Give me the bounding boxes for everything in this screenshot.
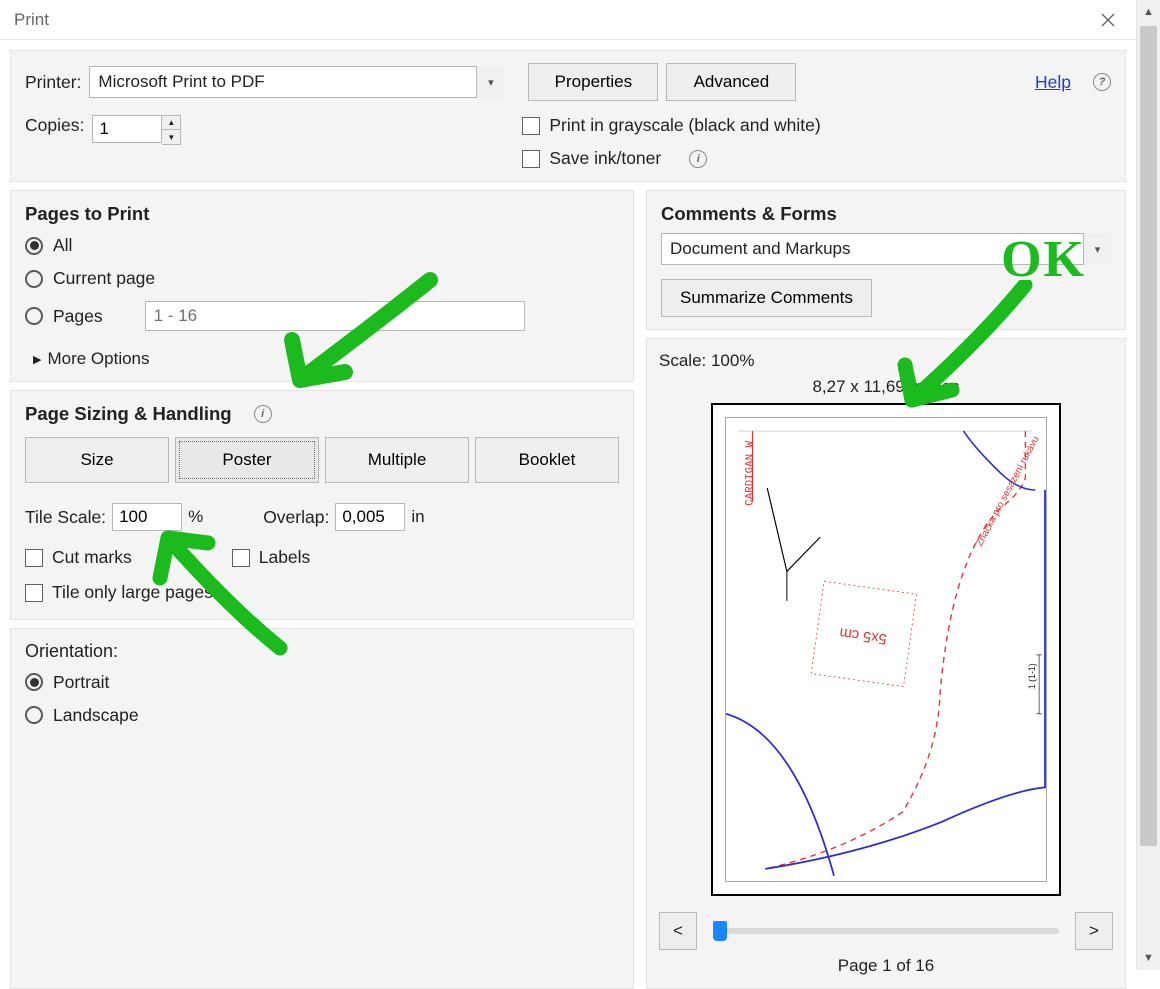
spinner-up-icon[interactable]: ▲ (162, 116, 180, 130)
print-dialog-window: Print Printer: Microsoft Print to PDF ▾ … (0, 0, 1160, 970)
page-slider[interactable] (713, 928, 1059, 934)
pages-current-radio[interactable]: Current page (25, 268, 619, 289)
help-info-icon[interactable]: ? (1093, 73, 1111, 91)
window-scrollbar[interactable]: ▲ ▼ (1136, 0, 1160, 970)
tile-scale-suffix: % (188, 507, 203, 527)
prev-page-button[interactable]: < (659, 912, 697, 950)
printer-select-value: Microsoft Print to PDF (89, 66, 504, 98)
preview-dimensions: 8,27 x 11,69 Inches (659, 377, 1113, 397)
page-sizing-panel: Page Sizing & Handling i Size Poster Mul… (10, 390, 634, 620)
svg-text:5x5 cm: 5x5 cm (839, 624, 888, 646)
chevron-down-icon: ▾ (476, 66, 504, 98)
annotation-ok-text: OK (1001, 230, 1086, 289)
preview-canvas: CARDIGAN W 5x5 cm (711, 403, 1061, 896)
orientation-title: Orientation: (25, 641, 619, 662)
pages-title: Pages to Print (25, 203, 619, 225)
copies-input[interactable] (92, 115, 162, 143)
preview-page: CARDIGAN W 5x5 cm (725, 417, 1047, 882)
orientation-panel: Orientation: Portrait Landscape (10, 628, 634, 989)
close-icon (1101, 13, 1115, 27)
landscape-radio[interactable]: Landscape (25, 705, 619, 726)
printer-label: Printer: (25, 72, 81, 93)
pattern-drawing: CARDIGAN W 5x5 cm (726, 418, 1046, 881)
printer-select[interactable]: Microsoft Print to PDF ▾ (89, 66, 504, 98)
copies-stepper[interactable]: ▲ ▼ (92, 115, 181, 145)
advanced-button[interactable]: Advanced (666, 63, 796, 101)
preview-panel: Scale: 100% 8,27 x 11,69 Inches CARDIGAN… (646, 338, 1126, 989)
slider-thumb[interactable] (713, 921, 727, 941)
booklet-tab-button[interactable]: Booklet (475, 437, 619, 483)
printer-panel: Printer: Microsoft Print to PDF ▾ Proper… (10, 50, 1126, 182)
cut-marks-checkbox[interactable]: Cut marks (25, 547, 132, 568)
labels-checkbox[interactable]: Labels (232, 547, 311, 568)
triangle-right-icon: ▶ (33, 353, 41, 366)
overlap-label: Overlap: (263, 507, 329, 528)
dialog-content: Print Printer: Microsoft Print to PDF ▾ … (0, 0, 1136, 970)
help-link[interactable]: Help (1035, 72, 1071, 93)
sizing-info-icon[interactable]: i (254, 405, 272, 423)
comments-title: Comments & Forms (661, 203, 1111, 225)
poster-tab-button[interactable]: Poster (175, 437, 319, 483)
properties-button[interactable]: Properties (528, 63, 658, 101)
overlap-input[interactable] (335, 503, 405, 531)
save-ink-checkbox[interactable]: Save ink/toner (522, 148, 661, 169)
svg-text:Značka pro sesazení rukávu: Značka pro sesazení rukávu (974, 434, 1041, 548)
pages-to-print-panel: Pages to Print All Current page Pages ▶M… (10, 190, 634, 382)
tile-scale-label: Tile Scale: (25, 507, 106, 528)
save-ink-info-icon[interactable]: i (689, 150, 707, 168)
chevron-down-icon: ▾ (1083, 233, 1111, 265)
dialog-title: Print (14, 10, 49, 30)
copies-label: Copies: (25, 115, 84, 136)
summarize-comments-button[interactable]: Summarize Comments (661, 279, 872, 317)
pages-all-radio[interactable]: All (25, 235, 619, 256)
preview-scale-label: Scale: 100% (659, 351, 1113, 371)
pages-range-radio[interactable]: Pages (25, 306, 103, 327)
svg-text:1 (1-1): 1 (1-1) (1027, 663, 1037, 689)
preview-page-status: Page 1 of 16 (659, 956, 1113, 976)
more-options-toggle[interactable]: ▶More Options (33, 349, 619, 369)
next-page-button[interactable]: > (1075, 912, 1113, 950)
preview-pager: < > (659, 912, 1113, 950)
scrollbar-thumb[interactable] (1140, 26, 1157, 846)
pages-range-input[interactable] (145, 301, 525, 331)
multiple-tab-button[interactable]: Multiple (325, 437, 469, 483)
close-button[interactable] (1090, 2, 1126, 38)
portrait-radio[interactable]: Portrait (25, 672, 619, 693)
titlebar: Print (0, 0, 1136, 40)
svg-text:CARDIGAN W: CARDIGAN W (745, 440, 757, 505)
spinner-down-icon[interactable]: ▼ (162, 130, 180, 144)
scroll-up-icon[interactable]: ▲ (1137, 0, 1160, 24)
scroll-down-icon[interactable]: ▼ (1137, 946, 1160, 970)
tile-large-checkbox[interactable]: Tile only large pages (25, 582, 213, 603)
overlap-suffix: in (411, 507, 424, 527)
tile-scale-input[interactable] (112, 503, 182, 531)
sizing-title: Page Sizing & Handling (25, 403, 232, 425)
grayscale-checkbox[interactable]: Print in grayscale (black and white) (522, 115, 820, 136)
size-tab-button[interactable]: Size (25, 437, 169, 483)
